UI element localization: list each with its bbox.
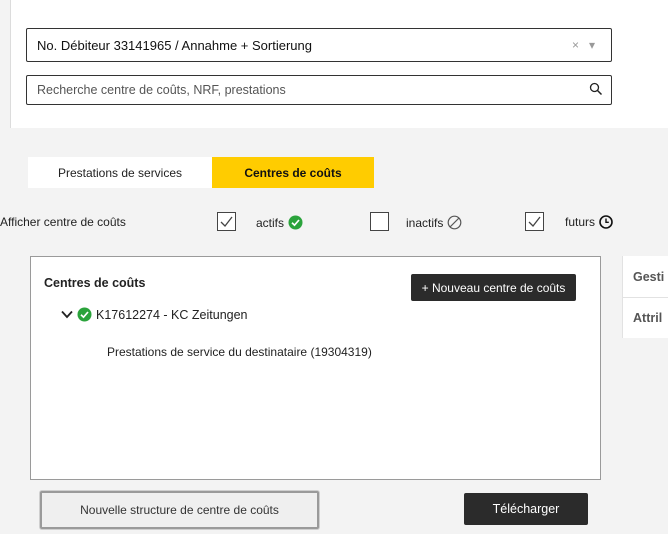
cost-center-tree-panel: Centres de coûts + Nouveau centre de coû… (30, 256, 601, 480)
tab-bar: Prestations de services Centres de coûts (28, 157, 374, 188)
filter-row: Afficher centre de coûts actifs inactifs… (0, 212, 668, 234)
debtor-select-value: No. Débiteur 33141965 / Annahme + Sortie… (37, 37, 312, 53)
filter-inactifs-label: inactifs (406, 215, 444, 230)
search-input[interactable] (37, 83, 557, 97)
checkbox-actifs[interactable] (217, 212, 236, 231)
side-panel-item-attribution[interactable]: Attril (623, 297, 668, 338)
tree-child-item[interactable]: Prestations de service du destinataire (… (107, 345, 372, 359)
tab-prestations-services[interactable]: Prestations de services (28, 157, 212, 188)
debtor-select[interactable]: No. Débiteur 33141965 / Annahme + Sortie… (26, 28, 612, 62)
filter-futurs-label: futurs (565, 215, 596, 229)
new-cost-center-button[interactable]: + Nouveau centre de coûts (411, 274, 576, 301)
download-button[interactable]: Télécharger (464, 493, 588, 525)
tab-centres-couts[interactable]: Centres de coûts (212, 157, 374, 188)
filter-inactifs: inactifs (406, 215, 462, 230)
disabled-circle-icon (447, 215, 462, 230)
check-circle-icon (77, 307, 92, 322)
filter-actifs-label: actifs (256, 215, 285, 230)
selection-panel (10, 0, 668, 128)
filter-actifs: actifs (256, 215, 303, 230)
chevron-down-icon[interactable]: ▾ (589, 38, 595, 52)
clear-icon[interactable]: × (572, 38, 579, 52)
tree-node-label: K17612274 - KC Zeitungen (96, 307, 248, 322)
filter-label: Afficher centre de coûts (0, 215, 126, 229)
filter-futurs: futurs (565, 215, 613, 229)
side-panel-item-gestion[interactable]: Gesti (623, 256, 668, 297)
search-field[interactable] (26, 75, 612, 105)
new-structure-button[interactable]: Nouvelle structure de centre de coûts (40, 491, 319, 529)
tree-node[interactable]: K17612274 - KC Zeitungen (61, 307, 248, 322)
chevron-down-icon[interactable] (61, 310, 73, 319)
search-icon[interactable] (589, 82, 603, 99)
clock-icon (599, 215, 613, 229)
checkbox-futurs[interactable] (525, 212, 544, 231)
tree-title: Centres de coûts (44, 276, 146, 290)
checkbox-inactifs[interactable] (370, 212, 389, 231)
check-circle-icon (288, 215, 303, 230)
side-panel: Gesti Attril (622, 256, 668, 338)
